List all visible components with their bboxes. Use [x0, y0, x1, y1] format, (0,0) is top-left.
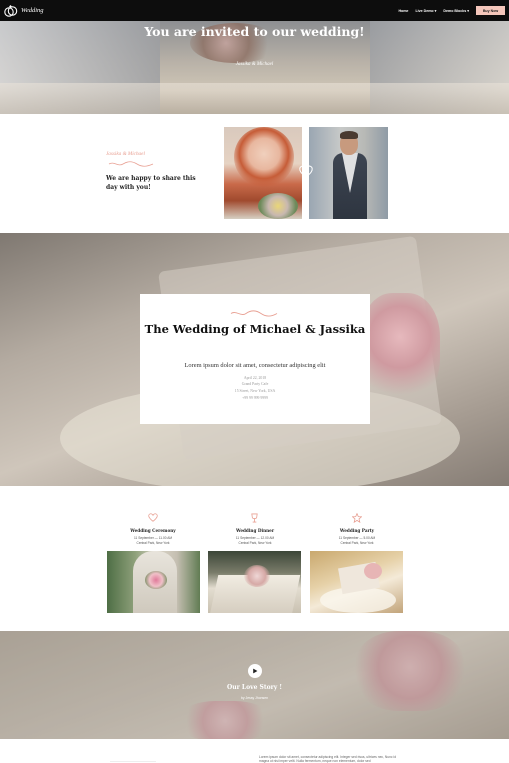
event-title-dinner: Wedding Dinner [235, 528, 275, 533]
rings-icon [4, 5, 18, 17]
event-title-ceremony: Wedding Ceremony [130, 528, 176, 533]
brand-name: Wedding [21, 7, 44, 14]
wedding-venue: Grand Party Cafe [241, 382, 269, 386]
play-icon [253, 668, 258, 674]
wedding-address: 15 Street, New York, USA [234, 389, 276, 393]
heart-icon [148, 513, 158, 522]
event-time-dinner: 11 September — 12.00 AM [235, 536, 275, 540]
event-place-ceremony: Central Park, New York [136, 541, 170, 545]
love-story-title: Our Love Story ! [227, 684, 282, 691]
wedding-card-title: The Wedding of Michael & Jassika [144, 322, 366, 336]
couple-names: Jassika & Michael [106, 151, 145, 157]
couple-message: We are happy to share this day with you! [106, 175, 196, 191]
event-title-party: Wedding Party [339, 528, 375, 533]
wedding-date: April 22, 2018 [243, 376, 267, 380]
heart-outline-icon [299, 165, 313, 178]
divider [110, 761, 156, 762]
nav-live-demo[interactable]: Live Demo ▾ [415, 9, 436, 13]
top-navbar: Wedding Home Live Demo ▾ Demo Blocks ▾ B… [0, 0, 509, 21]
event-time-party: 11 September — 5.00 AM [338, 536, 376, 540]
site-logo[interactable]: Wedding [3, 3, 44, 18]
buy-now-button[interactable]: Buy Now [476, 6, 505, 15]
swirl-divider-icon [230, 310, 278, 317]
bottom-paragraph: Lorem ipsum dolor sit amet, consectetur … [259, 755, 397, 763]
glass-icon [251, 513, 258, 523]
nav-demo-blocks[interactable]: Demo Blocks ▾ [443, 9, 469, 13]
swirl-divider-icon [108, 161, 154, 167]
event-time-ceremony: 11 September — 11.00 AM [134, 536, 172, 540]
wedding-card-lead: Lorem ipsum dolor sit amet, consectetur … [184, 362, 326, 369]
hero-subtitle: Jassika & Michael [235, 62, 274, 67]
love-story-author: by Jessy Jhonsen [241, 696, 268, 700]
event-place-party: Central Park, New York [340, 541, 374, 545]
nav-home[interactable]: Home [398, 9, 408, 13]
bride-photo [224, 127, 302, 219]
dinner-photo [208, 551, 301, 613]
bottom-section [0, 739, 509, 763]
ceremony-photo [107, 551, 200, 613]
wedding-phone: +99 99 999 9999 [242, 396, 268, 400]
hero-title: You are invited to our wedding! [144, 24, 365, 39]
groom-photo [309, 127, 388, 219]
play-video-button[interactable] [248, 664, 262, 678]
party-photo [310, 551, 403, 613]
event-place-dinner: Central Park, New York [238, 541, 272, 545]
star-icon [352, 513, 362, 523]
